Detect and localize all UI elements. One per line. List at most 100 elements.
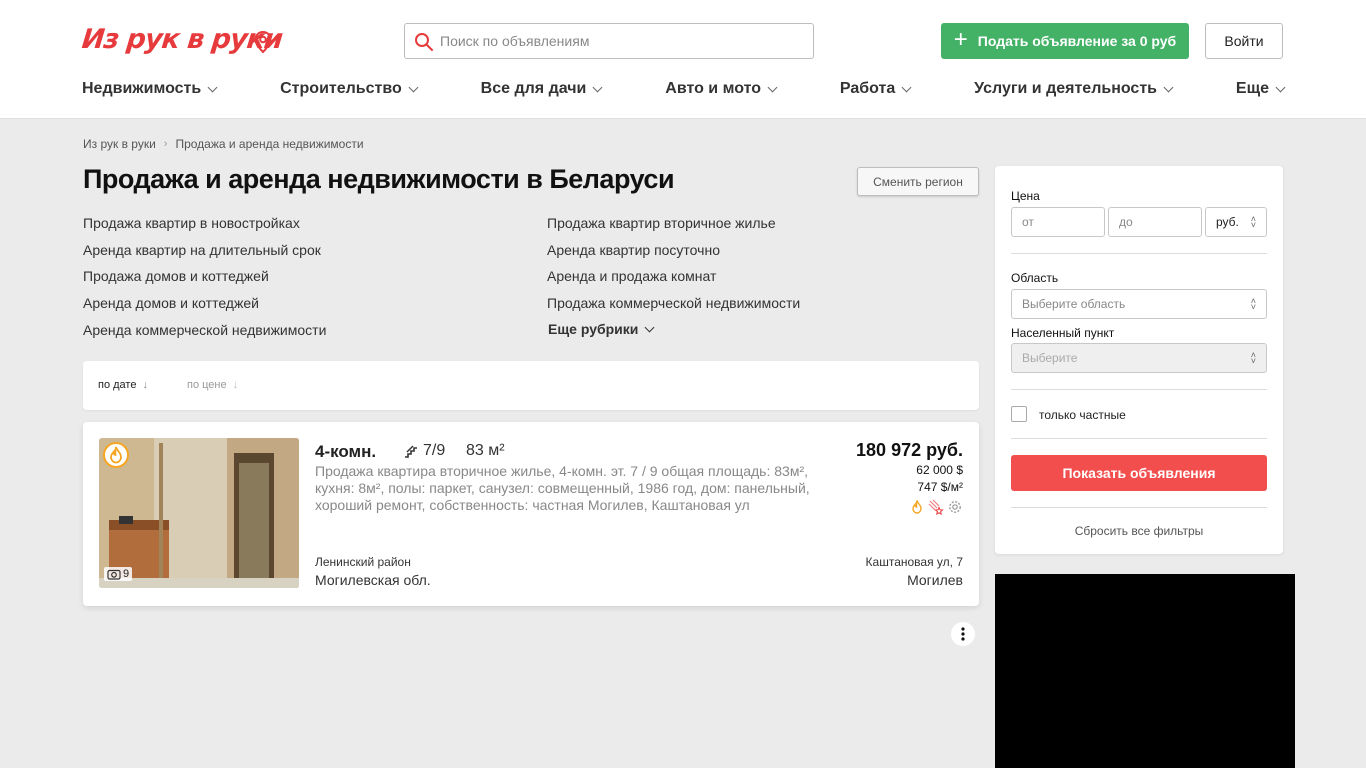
show-ads-button[interactable]: Показать объявления xyxy=(1011,455,1267,491)
chevron-down-icon xyxy=(901,82,912,92)
main-nav: Недвижимость Строительство Все для дачи … xyxy=(82,78,1286,100)
rubric-link[interactable]: Аренда квартир на длительный срок xyxy=(83,242,321,258)
change-region-button[interactable]: Сменить регион xyxy=(857,167,979,196)
nav-label: Авто и мото xyxy=(665,80,761,97)
private-only-label[interactable]: только частные xyxy=(1039,408,1126,422)
site-header: Из рук в руки + Подать объявление за 0 р… xyxy=(0,0,1366,119)
search-input[interactable] xyxy=(440,24,800,58)
listing-price: 180 972 руб. xyxy=(856,440,963,460)
fire-icon xyxy=(912,500,922,514)
rubric-link[interactable]: Аренда коммерческой недвижимости xyxy=(83,322,326,338)
search-icon xyxy=(415,33,433,51)
nav-label: Услуги и деятельность xyxy=(974,80,1157,97)
nav-item-jobs[interactable]: Работа xyxy=(839,78,912,100)
breadcrumb-home[interactable]: Из рук в руки xyxy=(83,137,156,151)
ad-banner[interactable] xyxy=(995,574,1295,768)
listing-district: Ленинский район xyxy=(315,555,411,569)
rubric-link[interactable]: Продажа квартир вторичное жилье xyxy=(547,215,776,231)
rubric-link[interactable]: Аренда квартир посуточно xyxy=(547,242,720,258)
sort-by-date[interactable]: по дате ↓ xyxy=(98,379,148,391)
nav-label: Все для дачи xyxy=(480,80,587,97)
chevron-right-icon: › xyxy=(163,138,168,150)
more-rubrics-toggle[interactable]: Еще рубрики xyxy=(548,321,655,337)
nav-item-more[interactable]: Еще xyxy=(1235,78,1286,100)
listing-photo[interactable]: 9 xyxy=(99,438,299,588)
listing-price-per-m2: 747 $/м² xyxy=(917,480,963,494)
rubric-link[interactable]: Продажа домов и коттеджей xyxy=(83,268,269,284)
price-from-field[interactable]: от xyxy=(1011,207,1105,237)
currency-value: руб. xyxy=(1216,215,1239,229)
chevron-down-icon xyxy=(207,82,218,92)
rubric-link[interactable]: Продажа коммерческой недвижимости xyxy=(547,295,800,311)
chevron-down-icon xyxy=(767,82,778,92)
nav-label: Работа xyxy=(839,80,896,97)
filters-panel: Цена от до руб. ˄ ˅ Область Выберите обла… xyxy=(995,166,1283,554)
listing-city: Могилев xyxy=(907,572,963,588)
search-box xyxy=(404,23,814,59)
nav-label: Еще xyxy=(1235,80,1269,97)
listing-card[interactable]: 9 4-комн. 7/9 83 м² Продажа квартира вто… xyxy=(83,422,979,606)
divider xyxy=(1011,389,1267,390)
login-button[interactable]: Войти xyxy=(1205,23,1283,59)
select-arrows-icon: ˄ ˅ xyxy=(1250,214,1256,230)
locality-label: Населенный пункт xyxy=(1011,326,1115,340)
photo-count-badge: 9 xyxy=(104,567,133,581)
private-only-checkbox[interactable] xyxy=(1011,406,1027,422)
photo-count: 9 xyxy=(123,568,130,580)
listing-description: Продажа квартира вторичное жилье, 4-комн… xyxy=(315,463,810,513)
chevron-down-icon xyxy=(408,82,419,92)
chevron-down-icon xyxy=(592,82,603,92)
divider xyxy=(1011,253,1267,254)
price-label: Цена xyxy=(1011,189,1040,203)
listing-street: Каштановая ул, 7 xyxy=(865,555,963,569)
listing-area: 83 м² xyxy=(466,442,505,459)
locality-placeholder: Выберите xyxy=(1022,351,1078,365)
sort-date-label: по дате xyxy=(98,379,137,391)
locality-select[interactable]: Выберите ˄ ˅ xyxy=(1011,343,1267,373)
rubric-link[interactable]: Аренда домов и коттеджей xyxy=(83,295,259,311)
currency-select[interactable]: руб. ˄ ˅ xyxy=(1205,207,1267,237)
chevron-down-icon xyxy=(1163,82,1174,92)
camera-icon xyxy=(107,569,121,580)
page-title: Продажа и аренда недвижимости в Беларуси xyxy=(83,164,675,194)
arrow-down-icon: ↓ xyxy=(232,379,239,391)
listing-oblast: Могилевская обл. xyxy=(315,572,431,588)
listing-title[interactable]: 4-комн. xyxy=(315,442,376,462)
nav-label: Строительство xyxy=(280,80,402,97)
breadcrumb-current[interactable]: Продажа и аренда недвижимости xyxy=(175,137,363,151)
region-label: Область xyxy=(1011,271,1059,285)
breadcrumb: Из рук в руки › Продажа и аренда недвижи… xyxy=(83,137,364,151)
stairs-icon xyxy=(405,445,417,458)
rubric-link[interactable]: Продажа квартир в новостройках xyxy=(83,215,300,231)
floor-value: 7/9 xyxy=(423,442,446,459)
nav-item-auto[interactable]: Авто и мото xyxy=(665,78,778,100)
region-select[interactable]: Выберите область ˄ ˅ xyxy=(1011,289,1267,319)
nav-label: Недвижимость xyxy=(82,80,202,97)
nav-item-realty[interactable]: Недвижимость xyxy=(82,78,218,100)
sort-price-label: по цене xyxy=(187,379,227,391)
price-to-field[interactable]: до xyxy=(1108,207,1202,237)
more-rubrics-label: Еще рубрики xyxy=(548,321,639,337)
post-ad-button[interactable]: + Подать объявление за 0 руб xyxy=(941,23,1189,59)
post-ad-label: Подать объявление за 0 руб xyxy=(977,33,1177,49)
nav-item-dacha[interactable]: Все для дачи xyxy=(480,78,603,100)
nav-item-construction[interactable]: Строительство xyxy=(280,78,419,100)
rubric-link[interactable]: Аренда и продажа комнат xyxy=(547,268,716,284)
chevron-down-icon xyxy=(1275,82,1286,92)
region-placeholder: Выберите область xyxy=(1022,297,1126,311)
listing-price-usd: 62 000 $ xyxy=(916,463,963,477)
arrow-down-icon: ↓ xyxy=(142,379,148,391)
listing-promo-icons xyxy=(909,499,963,515)
divider xyxy=(1011,438,1267,439)
select-arrows-icon: ˄ ˅ xyxy=(1250,350,1256,366)
location-pin-icon[interactable] xyxy=(252,30,274,54)
gear-icon xyxy=(949,501,961,513)
select-arrows-icon: ˄ ˅ xyxy=(1250,296,1256,312)
reset-filters-link[interactable]: Сбросить все фильтры xyxy=(1011,524,1267,538)
divider xyxy=(1011,507,1267,508)
sort-by-price[interactable]: по цене ↓ xyxy=(187,379,238,391)
more-options-icon[interactable] xyxy=(951,622,975,646)
listing-floor: 7/9 xyxy=(403,442,445,460)
nav-item-services[interactable]: Услуги и деятельность xyxy=(974,78,1174,100)
sort-bar: по дате ↓ по цене ↓ xyxy=(83,361,979,410)
